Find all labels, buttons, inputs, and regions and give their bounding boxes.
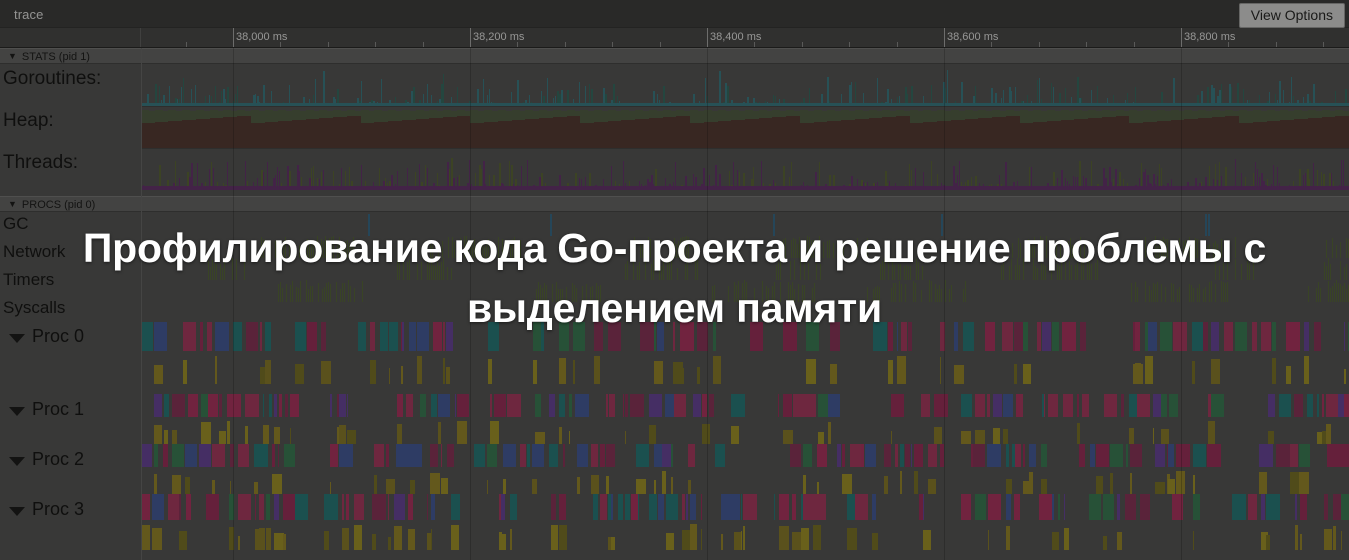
trace-title: trace	[14, 7, 44, 22]
row-proc-3-track[interactable]	[141, 494, 1349, 550]
ruler-minor-tick	[1276, 42, 1277, 47]
ruler-minor-tick	[754, 42, 755, 47]
row-proc-2-track[interactable]	[141, 444, 1349, 494]
ruler-minor-tick	[328, 42, 329, 47]
ruler-minor-tick	[280, 42, 281, 47]
trace-viewer-window: trace View Options 38,000 ms 38,200 ms 38,…	[0, 0, 1349, 560]
ruler-minor-tick	[612, 42, 613, 47]
ruler-minor-tick	[991, 42, 992, 47]
ruler-minor-tick	[423, 42, 424, 47]
triangle-down-icon[interactable]: ▼	[8, 197, 17, 212]
row-heap-chart[interactable]	[141, 108, 1349, 148]
section-header-procs[interactable]: ▼ PROCS (pid 0)	[0, 196, 1349, 212]
ruler-minor-tick	[517, 42, 518, 47]
ruler-minor-tick	[1323, 42, 1324, 47]
ruler-minor-tick	[1134, 42, 1135, 47]
row-threads-chart[interactable]	[141, 150, 1349, 190]
row-divider	[141, 148, 1349, 149]
row-label-proc-3: Proc 3	[32, 499, 85, 519]
ruler-minor-tick	[802, 42, 803, 47]
row-goroutines-chart[interactable]	[141, 66, 1349, 106]
triangle-down-icon[interactable]	[9, 507, 25, 516]
row-proc-1-track[interactable]	[141, 394, 1349, 444]
section-header-label: PROCS (pid 0)	[21, 199, 96, 211]
ruler-minor-tick	[565, 42, 566, 47]
timeline-ruler[interactable]: 38,000 ms 38,200 ms 38,400 ms 38,600 ms 38,8…	[0, 28, 1349, 48]
row-label-proc-1: Proc 1	[32, 399, 85, 419]
triangle-down-icon[interactable]	[9, 407, 25, 416]
section-header-label: STATS (pid 1)	[21, 51, 90, 63]
ruler-minor-tick	[849, 42, 850, 47]
row-label-goroutines: Goroutines:	[3, 68, 102, 89]
row-label-heap: Heap:	[3, 110, 54, 131]
titlebar: trace View Options	[0, 0, 1349, 28]
row-label-threads: Threads:	[3, 152, 78, 173]
ruler-minor-tick	[375, 42, 376, 47]
ruler-minor-tick	[1039, 42, 1040, 47]
view-options-button[interactable]: View Options	[1238, 3, 1345, 28]
triangle-down-icon[interactable]: ▼	[8, 49, 17, 64]
triangle-down-icon[interactable]	[9, 457, 25, 466]
ruler-gutter	[0, 28, 141, 47]
ruler-minor-tick	[897, 42, 898, 47]
ruler-minor-tick	[660, 42, 661, 47]
row-label-proc-2: Proc 2	[32, 449, 85, 469]
row-divider	[141, 106, 1349, 107]
section-header-stats[interactable]: ▼ STATS (pid 1)	[0, 48, 1349, 64]
ruler-minor-tick	[1228, 42, 1229, 47]
overlay-title: Профилирование кода Go-проекта и решение…	[82, 225, 1267, 331]
ruler-minor-tick	[186, 42, 187, 47]
ruler-minor-tick	[1086, 42, 1087, 47]
